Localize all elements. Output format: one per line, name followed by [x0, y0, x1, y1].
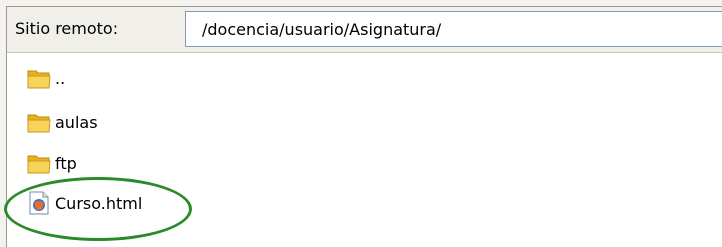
remote-address-bar: Sitio remoto: /docencia/usuario/Asignatu… — [7, 7, 722, 53]
folder-icon — [27, 70, 51, 89]
remote-path-value: /docencia/usuario/Asignatura/ — [202, 20, 442, 39]
remote-site-pane: Sitio remoto: /docencia/usuario/Asignatu… — [6, 6, 722, 247]
file-name: ftp — [55, 154, 77, 173]
html-file-icon — [29, 191, 49, 215]
file-name: aulas — [55, 113, 98, 132]
remote-site-label: Sitio remoto: — [15, 19, 119, 38]
folder-icon — [27, 155, 51, 174]
file-name: .. — [55, 69, 66, 88]
folder-icon — [27, 114, 51, 133]
file-name: Curso.html — [55, 194, 143, 213]
remote-file-list: .. aulas ftp Curso.html — [7, 53, 722, 247]
remote-path-input[interactable]: /docencia/usuario/Asignatura/ — [185, 11, 722, 47]
